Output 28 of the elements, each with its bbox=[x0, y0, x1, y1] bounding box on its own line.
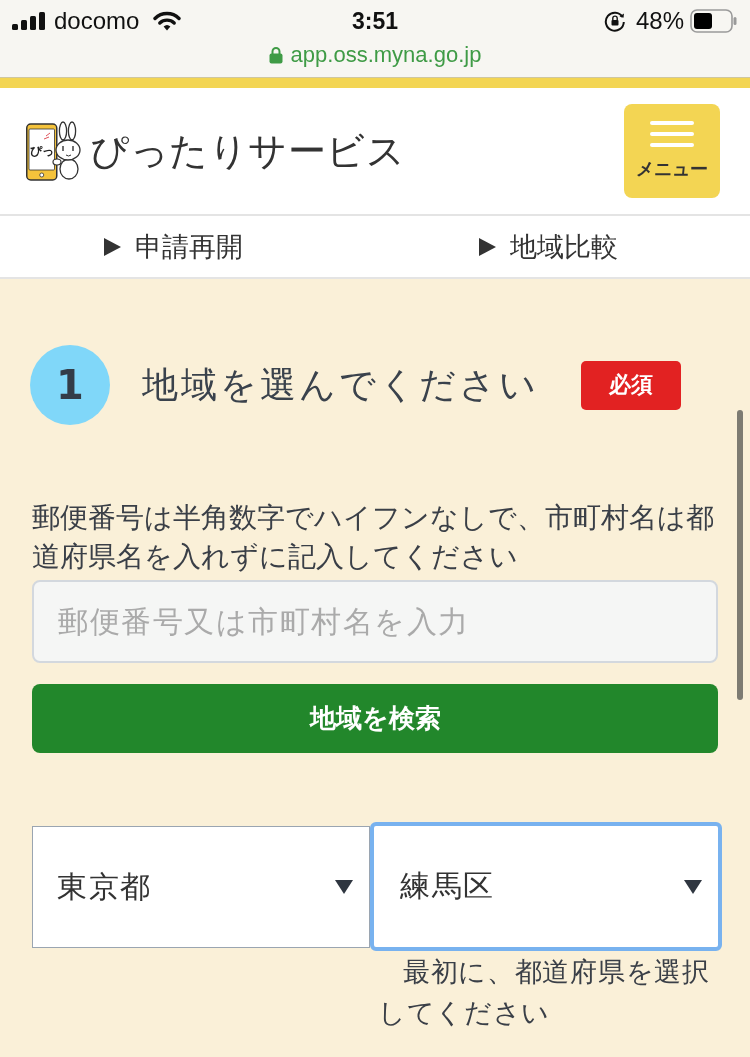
site-title[interactable]: ぴったりサービス bbox=[90, 125, 405, 177]
hint-text: 最初に、都道府県を選択してください bbox=[378, 955, 711, 1030]
nav-link[interactable]: 地域比較 bbox=[479, 228, 618, 265]
step-title: 地域を選んでください bbox=[142, 362, 539, 407]
select-field[interactable]: 練馬区 bbox=[370, 822, 722, 951]
logo-text: ぴっ bbox=[30, 144, 54, 158]
carrier-name: docomo bbox=[54, 7, 140, 35]
instruction-text: 郵便番号は半角数字でハイフンなしで、市町村名は都道府県名を入れずに記入してください bbox=[32, 500, 715, 575]
required-badge: 必須 bbox=[581, 360, 681, 410]
battery-icon bbox=[690, 9, 738, 33]
caret-icon bbox=[684, 879, 702, 894]
menu-icon bbox=[650, 121, 694, 147]
wifi-icon bbox=[153, 11, 182, 31]
battery-percent: 48% bbox=[635, 7, 684, 35]
search-button[interactable]: 地域を検索 bbox=[32, 684, 718, 753]
nav-link[interactable]: 申請再開 bbox=[104, 228, 243, 265]
select-field[interactable]: 東京都 bbox=[32, 826, 370, 948]
triangle-icon bbox=[479, 237, 496, 256]
caret-icon bbox=[335, 880, 353, 894]
triangle-icon bbox=[104, 237, 121, 256]
menu-button[interactable]: メニュー bbox=[624, 104, 720, 198]
rotation-lock-icon bbox=[603, 10, 626, 32]
mascot-logo-icon bbox=[26, 120, 82, 182]
clock-time: 3:51 bbox=[351, 7, 398, 35]
lock-icon bbox=[268, 46, 283, 64]
step-number-badge: 1 bbox=[30, 345, 110, 425]
search-field[interactable]: 郵便番号又は市町村名を入力 bbox=[32, 580, 718, 663]
signal-bars-icon bbox=[12, 12, 46, 30]
